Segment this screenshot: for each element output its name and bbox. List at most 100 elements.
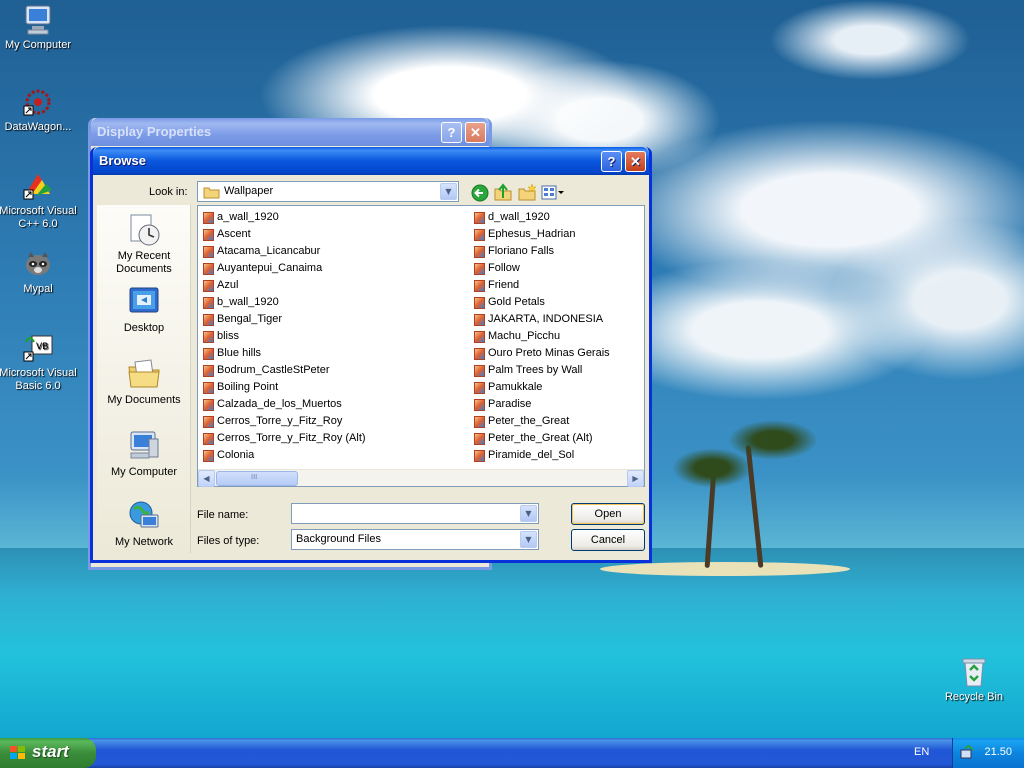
places-label: My Computer [110,466,178,478]
file-item[interactable]: Paradise [472,396,642,413]
places-my-documents[interactable]: My Documents [97,357,191,407]
file-item[interactable]: Pamukkale [472,379,642,396]
close-button[interactable]: ✕ [465,122,486,143]
file-item[interactable]: Follow [472,260,642,277]
help-icon: ? [447,125,456,140]
display-properties-titlebar[interactable]: Display Properties ? ✕ [91,118,489,146]
file-item[interactable]: Bengal_Tiger [201,311,469,328]
look-in-dropdown[interactable]: Wallpaper ▼ [197,181,459,202]
file-item-label: JAKARTA, INDONESIA [488,313,604,325]
chevron-down-icon[interactable]: ▼ [440,183,457,200]
places-desktop[interactable]: Desktop [97,285,191,335]
browse-titlebar[interactable]: Browse ? ✕ [93,147,649,175]
file-item[interactable]: Piramide_del_Sol [472,447,642,464]
desktop-icon-visual-cpp[interactable]: Microsoft Visual C++ 6.0 [0,170,80,231]
file-item-label: Ascent [217,228,251,240]
places-label: Desktop [123,322,165,334]
bitmap-file-icon [203,314,214,326]
scroll-right-button[interactable]: ▶ [627,470,644,487]
file-item-label: Colonia [217,449,255,461]
help-button[interactable]: ? [441,122,462,143]
file-item-label: b_wall_1920 [217,296,279,308]
desktop-icon-my-computer[interactable]: My Computer [0,4,80,52]
desktop-icon-visual-basic[interactable]: VB Microsoft Visual Basic 6.0 [0,332,80,393]
new-folder-icon[interactable] [517,183,537,202]
file-item[interactable]: Bodrum_CastleStPeter [201,362,469,379]
file-item[interactable]: Gold Petals [472,294,642,311]
file-item[interactable]: Atacama_Licancabur [201,243,469,260]
sea-background [0,548,1024,740]
close-button[interactable]: ✕ [625,151,646,172]
places-label: My Recent Documents [116,250,172,275]
taskbar: start EN 21.50 [0,738,1024,768]
file-name-field[interactable]: ▼ [291,503,539,524]
desktop-icon-datawagon[interactable]: DataWagon... [0,86,80,134]
scroll-thumb[interactable]: III [216,471,298,486]
my-computer-icon [127,429,161,463]
clock[interactable]: 21.50 [984,746,1012,758]
window-title: Browse [99,153,146,168]
file-item[interactable]: Azul [201,277,469,294]
help-button[interactable]: ? [601,151,622,172]
chevron-down-icon[interactable]: ▼ [520,531,537,548]
file-item[interactable]: Peter_the_Great (Alt) [472,430,642,447]
file-item[interactable]: Ephesus_Hadrian [472,226,642,243]
file-item[interactable]: Floriano Falls [472,243,642,260]
file-item[interactable]: Cerros_Torre_y_Fitz_Roy (Alt) [201,430,469,447]
file-item[interactable]: bliss [201,328,469,345]
scroll-left-button[interactable]: ◀ [198,470,215,487]
bitmap-file-icon [474,331,485,343]
language-indicator[interactable]: EN [914,746,929,758]
back-icon[interactable] [471,184,489,202]
file-list[interactable]: a_wall_1920 Ascent Atacama_Licancabur Auyan… [197,205,645,487]
folder-icon [203,187,220,199]
cancel-button[interactable]: Cancel [571,529,645,551]
file-name-label: File name: [197,509,249,521]
file-item[interactable]: b_wall_1920 [201,294,469,311]
file-item[interactable]: Cerros_Torre_y_Fitz_Roy [201,413,469,430]
file-item[interactable]: Friend [472,277,642,294]
places-my-recent-documents[interactable]: My Recent Documents [97,213,191,276]
bitmap-file-icon [203,450,214,462]
file-item[interactable]: Ouro Preto Minas Gerais [472,345,642,362]
view-menu-icon[interactable] [541,185,565,201]
chevron-down-icon[interactable]: ▼ [520,505,537,522]
file-item[interactable]: a_wall_1920 [201,209,469,226]
file-item[interactable]: Machu_Picchu [472,328,642,345]
browse-dialog[interactable]: Browse ? ✕ Look in: Wallpaper ▼ My Recen… [90,147,652,563]
open-button[interactable]: Open [571,503,645,525]
file-item-label: Auyantepui_Canaima [217,262,323,274]
file-item[interactable]: Calzada_de_los_Muertos [201,396,469,413]
bitmap-file-icon [474,399,485,411]
files-of-type-dropdown[interactable]: Background Files ▼ [291,529,539,550]
bitmap-file-icon [474,450,485,462]
file-item[interactable]: Palm Trees by Wall [472,362,642,379]
network-tray-icon[interactable] [959,745,975,761]
file-item[interactable]: Auyantepui_Canaima [201,260,469,277]
visual-basic-icon: VB [22,332,54,364]
system-tray: 21.50 [952,738,1024,768]
file-item[interactable]: Ascent [201,226,469,243]
up-folder-icon[interactable] [493,183,513,202]
file-item[interactable]: Colonia [201,447,469,464]
file-item[interactable]: Peter_the_Great [472,413,642,430]
places-my-computer[interactable]: My Computer [97,429,191,479]
file-item[interactable]: Boiling Point [201,379,469,396]
file-item[interactable]: JAKARTA, INDONESIA [472,311,642,328]
horizontal-scrollbar[interactable]: ◀ III ▶ [198,469,644,487]
file-item-label: Palm Trees by Wall [488,364,583,376]
recycle-bin-icon [958,656,990,688]
file-column-1: a_wall_1920 Ascent Atacama_Licancabur Auyan… [201,209,469,464]
start-button[interactable]: start [0,738,96,768]
my-computer-icon [22,4,54,36]
look-in-label: Look in: [149,186,188,198]
file-item[interactable]: d_wall_1920 [472,209,642,226]
places-my-network[interactable]: My Network [97,499,191,549]
file-item-label: Pamukkale [488,381,543,393]
desktop-icon-recycle-bin[interactable]: Recycle Bin [932,656,1016,704]
bitmap-file-icon [474,365,485,377]
desktop-icon-mypal[interactable]: Mypal [0,248,80,296]
file-item-label: Piramide_del_Sol [488,449,575,461]
scroll-thumb-grip: III [251,473,258,481]
file-item[interactable]: Blue hills [201,345,469,362]
